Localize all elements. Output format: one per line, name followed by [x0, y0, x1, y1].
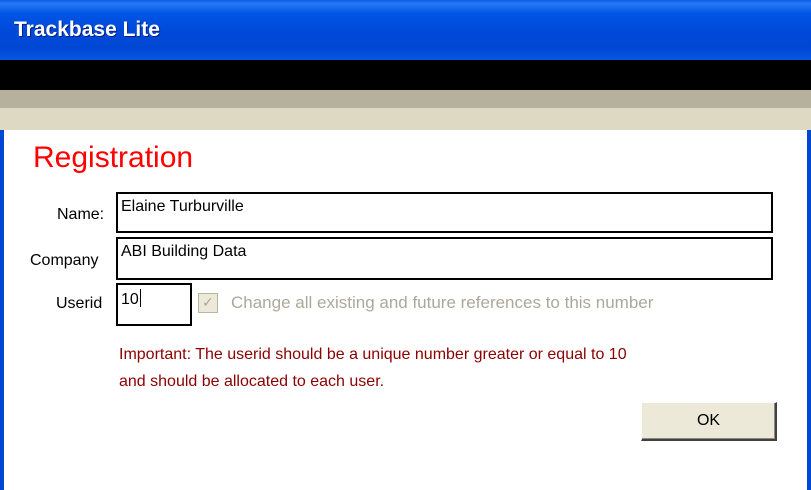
- userid-note-line-1: Important: The userid should be a unique…: [119, 346, 627, 363]
- title-bar[interactable]: Trackbase Lite: [0, 0, 811, 60]
- company-field-value: ABI Building Data: [121, 243, 247, 260]
- header-band-taupe: [0, 90, 811, 108]
- header-band-beige: [0, 108, 811, 130]
- checkmark-icon: ✓: [202, 295, 214, 311]
- name-label: Name:: [57, 206, 105, 223]
- userid-note-line-2: and should be allocated to each user.: [119, 373, 385, 390]
- window-frame-right: [807, 130, 811, 490]
- window-title: Trackbase Lite: [14, 18, 160, 41]
- name-field[interactable]: Elaine Turburville: [116, 192, 773, 233]
- userid-field-value: 10: [121, 291, 139, 308]
- company-field[interactable]: ABI Building Data: [116, 237, 773, 280]
- page-title: Registration: [33, 141, 194, 174]
- userid-field[interactable]: 10: [116, 283, 192, 326]
- userid-label: Userid: [56, 295, 103, 312]
- registration-window: Trackbase Lite Registration Name: Elaine…: [0, 0, 811, 490]
- change-references-checkbox[interactable]: ✓: [198, 293, 218, 313]
- ok-button[interactable]: OK: [641, 402, 777, 441]
- header-band-black: [0, 60, 811, 90]
- text-caret: [139, 289, 141, 307]
- company-label: Company: [30, 252, 99, 269]
- name-field-value: Elaine Turburville: [121, 198, 244, 215]
- window-frame-left: [0, 130, 4, 490]
- change-references-label: Change all existing and future reference…: [231, 293, 654, 312]
